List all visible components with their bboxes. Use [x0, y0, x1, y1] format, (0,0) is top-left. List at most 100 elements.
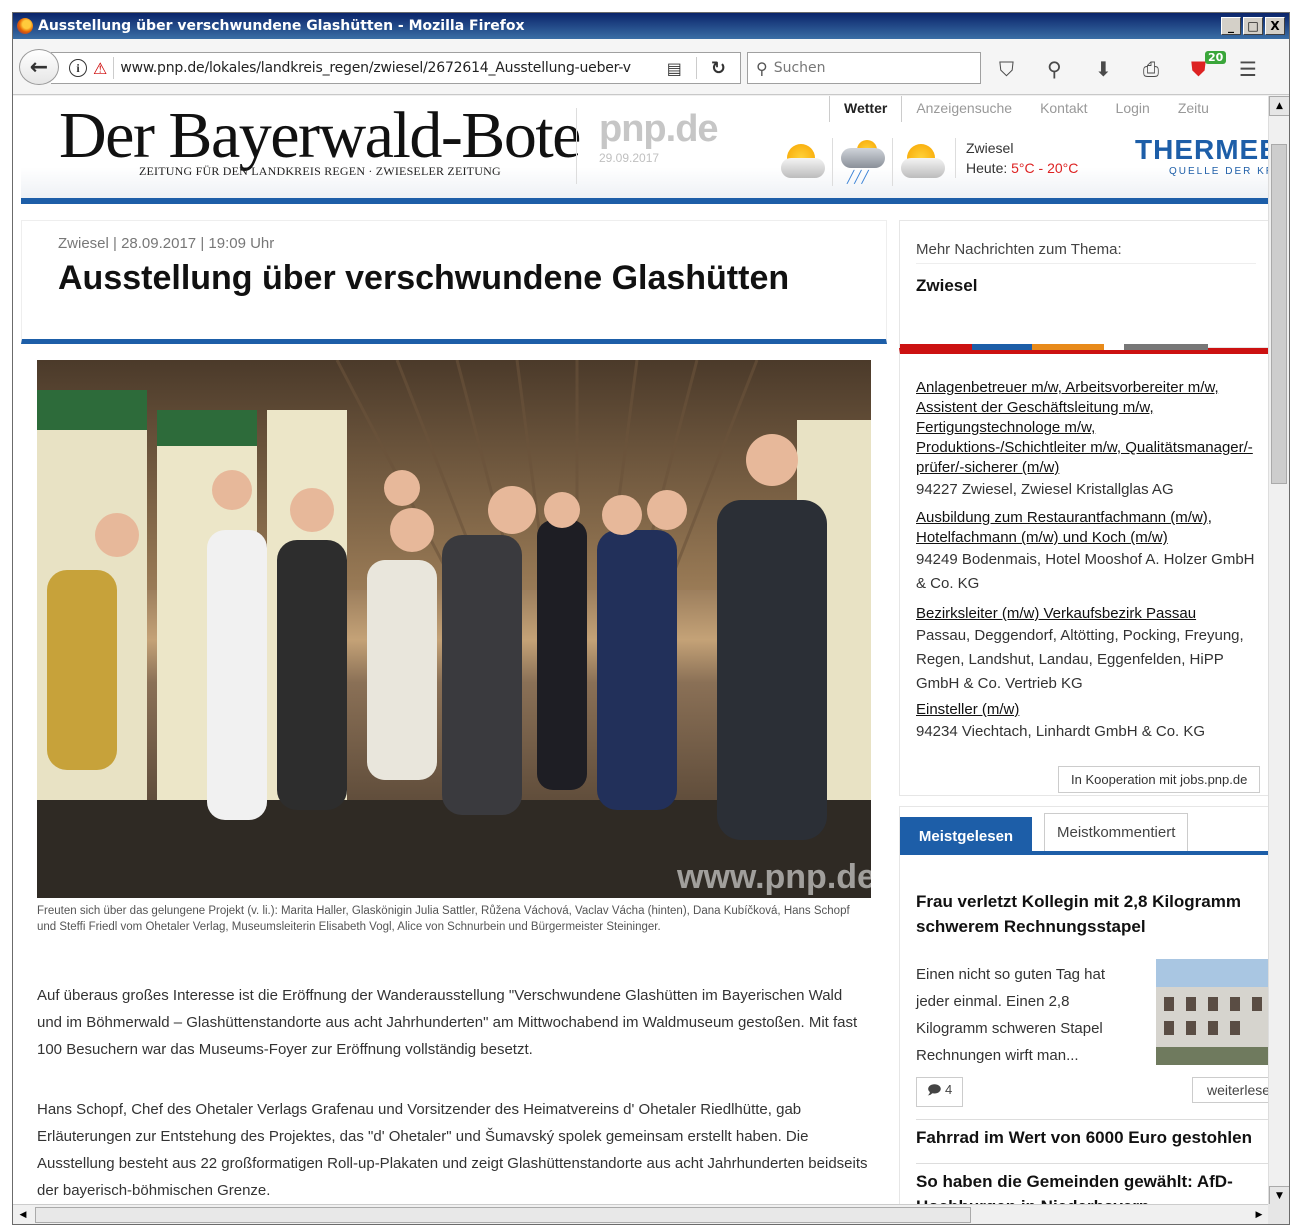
search-placeholder: Suchen — [773, 60, 826, 76]
scroll-thumb[interactable] — [1271, 144, 1287, 484]
most-read-tabs: Meistgelesen Meistkommentiert — [900, 807, 1268, 855]
job-listing[interactable]: Anlagenbetreuer m/w, Arbeitsvorbereiter … — [916, 378, 1268, 502]
search-bar[interactable]: ⚲ Suchen — [747, 52, 981, 84]
scroll-left-icon[interactable]: ◀ — [13, 1205, 33, 1224]
article-paragraph: Hans Schopf, Chef des Ohetaler Verlags G… — [37, 1101, 868, 1199]
tab-wetter[interactable]: Wetter — [829, 96, 903, 122]
url-separator — [695, 57, 697, 79]
window-title: Ausstellung über verschwundene Glashütte… — [38, 18, 525, 34]
teaser-image[interactable] — [1156, 959, 1269, 1065]
weather-min: 5°C — [1011, 160, 1035, 176]
job-title-link[interactable]: Anlagenbetreuer m/w, Arbeitsvorbereiter … — [916, 378, 1268, 478]
top-nav: Wetter Anzeigensuche Kontakt Login Zeitu — [829, 96, 1223, 122]
tab-meistgelesen[interactable]: Meistgelesen — [900, 817, 1032, 855]
download-icon[interactable]: ⬇ — [1095, 57, 1112, 81]
site-header: Der Bayerwald-Bote ZEITUNG FÜR DEN LANDK… — [21, 96, 1269, 204]
job-detail: Passau, Deggendorf, Altötting, Pocking, … — [916, 627, 1244, 692]
pnp-wordmark: pnp.de — [599, 108, 719, 150]
hscroll-thumb[interactable] — [35, 1207, 971, 1223]
minimize-button[interactable]: _ — [1221, 17, 1241, 35]
article-paragraph: Auf überaus großes Interesse ist die Erö… — [37, 987, 858, 1058]
newspaper-subtitle: ZEITUNG FÜR DEN LANDKREIS REGEN · ZWIESE… — [139, 164, 501, 178]
most-read-title-link[interactable]: Fahrrad im Wert von 6000 Euro gestohlen — [916, 1125, 1266, 1150]
related-topic-box: Mehr Nachrichten zum Thema: Zwiesel — [899, 220, 1269, 348]
most-read-teaser: Einen nicht so guten Tag hat jeder einma… — [916, 966, 1106, 1064]
adblock-shield-icon[interactable]: ⛊ — [1191, 57, 1206, 81]
article-headline: Ausstellung über verschwundene Glashütte… — [58, 259, 790, 297]
teaser-building-illustration — [1156, 959, 1269, 1065]
job-detail: 94249 Bodenmais, Hotel Mooshof A. Holzer… — [916, 551, 1255, 592]
pnp-logo[interactable]: pnp.de 29.09.2017 — [576, 108, 719, 184]
weather-forecast[interactable]: ╱╱╱ — [773, 138, 953, 186]
pocket-icon[interactable]: ⛉ — [999, 57, 1014, 81]
page-viewport: Der Bayerwald-Bote ZEITUNG FÜR DEN LANDK… — [13, 96, 1269, 1206]
sun-cloud-icon — [893, 138, 953, 186]
reload-icon[interactable]: ↻ — [711, 58, 726, 79]
jobs-box: Anlagenbetreuer m/w, Arbeitsvorbereiter … — [899, 344, 1269, 796]
tab-meistkommentiert[interactable]: Meistkommentiert — [1044, 813, 1189, 851]
search-icon: ⚲ — [756, 58, 768, 78]
job-listing[interactable]: Einsteller (m/w) 94234 Viechtach, Linhar… — [916, 700, 1268, 744]
reader-view-icon[interactable]: ▤ — [667, 59, 682, 78]
related-label: Mehr Nachrichten zum Thema: — [916, 241, 1122, 258]
tab-login[interactable]: Login — [1102, 96, 1164, 122]
job-title-link[interactable]: Bezirksleiter (m/w) Verkaufsbezirk Passa… — [916, 604, 1268, 624]
comment-icon: 🗩 — [927, 1082, 946, 1097]
ad-tagline: QUELLE DER KRA — [1169, 166, 1269, 177]
scroll-up-icon[interactable]: ▲ — [1269, 96, 1289, 116]
vertical-scrollbar[interactable]: ▲ ▼ — [1268, 96, 1289, 1206]
horizontal-scrollbar[interactable]: ◀ ▶ — [13, 1204, 1269, 1224]
comment-count[interactable]: 🗩 4 — [916, 1077, 964, 1107]
jobs-cooperation-link[interactable]: In Kooperation mit jobs.pnp.de — [1058, 766, 1261, 793]
weather-place: Zwiesel — [966, 140, 1014, 156]
job-listing[interactable]: Bezirksleiter (m/w) Verkaufsbezirk Passa… — [916, 604, 1268, 696]
read-more-button[interactable]: weiterlesen — [1192, 1077, 1269, 1103]
scroll-right-icon[interactable]: ▶ — [1249, 1205, 1269, 1224]
photo-caption: Freuten sich über das gelungene Projekt … — [37, 905, 850, 933]
weather-today: Heute: 5°C - 20°C — [966, 158, 1078, 178]
maximize-button[interactable]: □ — [1243, 17, 1263, 35]
back-button[interactable]: ← — [19, 49, 59, 85]
most-read-title-link[interactable]: Frau verletzt Kollegin mit 2,8 Kilogramm… — [916, 889, 1266, 939]
tab-anzeigensuche[interactable]: Anzeigensuche — [902, 96, 1026, 122]
sun-cloud-icon — [773, 138, 833, 186]
addon-badge: 20 — [1205, 51, 1227, 64]
comment-count-value: 4 — [945, 1082, 953, 1097]
job-listing[interactable]: Ausbildung zum Restaurantfachmann (m/w),… — [916, 508, 1268, 596]
navigation-bar: i ⚠ www.pnp.de/lokales/landkreis_regen/z… — [13, 39, 1289, 95]
url-bar[interactable]: i ⚠ www.pnp.de/lokales/landkreis_regen/z… — [51, 52, 741, 84]
pnp-date: 29.09.2017 — [599, 151, 660, 165]
most-read-box: Meistgelesen Meistkommentiert Frau verle… — [899, 806, 1269, 1206]
photo-illustration: www.pnp.de — [37, 360, 871, 898]
search-toolbar-icon[interactable]: ⚲ — [1047, 57, 1062, 81]
job-detail: 94227 Zwiesel, Zwiesel Kristallglas AG — [916, 481, 1174, 498]
tab-zeitung[interactable]: Zeitu — [1164, 96, 1223, 122]
scroll-down-icon[interactable]: ▼ — [1269, 1186, 1289, 1206]
site-info-icon[interactable]: i — [69, 59, 87, 77]
tab-kontakt[interactable]: Kontakt — [1026, 96, 1101, 122]
ad-brand[interactable]: THERMEE — [1135, 134, 1269, 166]
photo-watermark: www.pnp.de — [676, 858, 871, 896]
newspaper-logo[interactable]: Der Bayerwald-Bote — [59, 98, 581, 174]
article-photo[interactable]: www.pnp.de — [37, 360, 871, 898]
weather-max: 20°C — [1047, 160, 1079, 176]
url-text[interactable]: www.pnp.de/lokales/landkreis_regen/zwies… — [120, 60, 658, 76]
firefox-logo-icon — [17, 18, 33, 34]
title-bar: Ausstellung über verschwundene Glashütte… — [13, 13, 1289, 39]
most-read-title-link[interactable]: So haben die Gemeinden gewählt: AfD-Hoch… — [916, 1169, 1266, 1206]
insecure-lock-icon[interactable]: ⚠ — [93, 59, 107, 78]
url-separator — [113, 57, 115, 79]
weather-info[interactable]: Zwiesel Heute: 5°C - 20°C — [955, 138, 1078, 178]
resize-grip[interactable] — [1268, 1204, 1289, 1224]
job-title-link[interactable]: Einsteller (m/w) — [916, 700, 1268, 720]
rain-cloud-icon: ╱╱╱ — [833, 138, 893, 186]
jobs-color-tabs — [900, 344, 1208, 350]
article-header: Zwiesel | 28.09.2017 | 19:09 Uhr Ausstel… — [21, 220, 887, 344]
job-detail: 94234 Viechtach, Linhardt GmbH & Co. KG — [916, 723, 1206, 740]
related-topic-link[interactable]: Zwiesel — [916, 276, 977, 296]
print-icon[interactable]: ⎙ — [1143, 57, 1159, 81]
menu-icon[interactable]: ☰ — [1239, 57, 1257, 81]
weather-today-label: Heute: — [966, 160, 1012, 176]
close-button[interactable]: X — [1265, 17, 1285, 35]
job-title-link[interactable]: Ausbildung zum Restaurantfachmann (m/w),… — [916, 508, 1268, 548]
